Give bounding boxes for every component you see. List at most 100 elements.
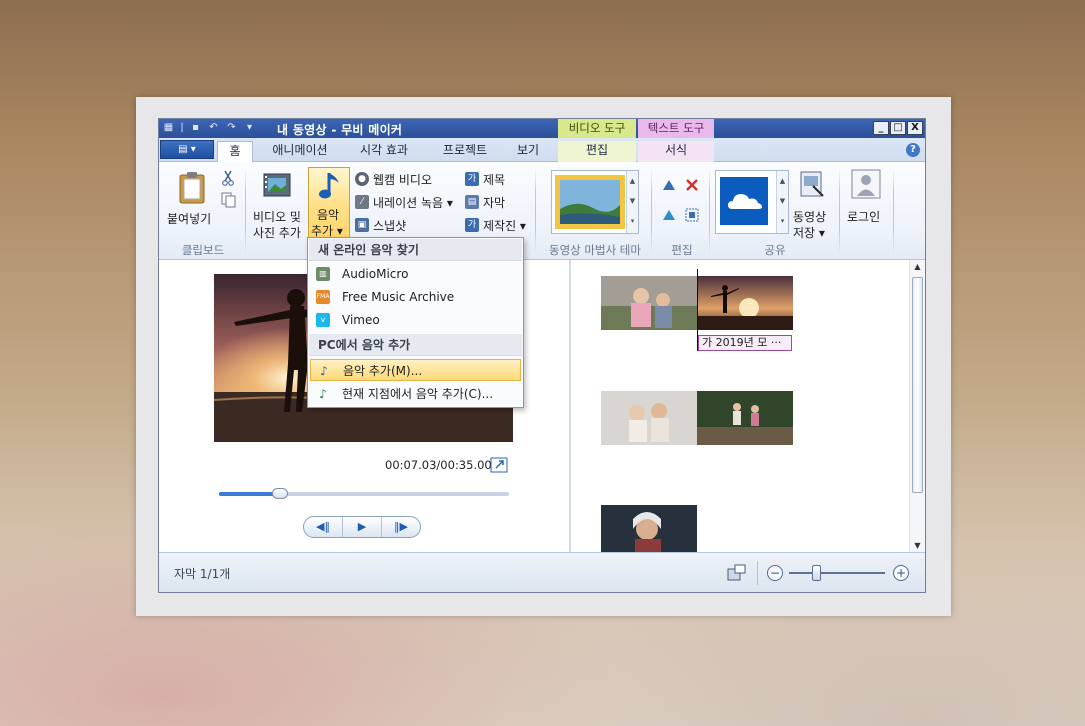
tab-animations[interactable]: 애니메이션 <box>259 141 341 162</box>
window-title: 내 동영상 - 무비 메이커 <box>277 123 403 137</box>
seek-bar-thumb[interactable] <box>271 488 288 499</box>
audiomicro-icon: ▥ <box>316 267 330 281</box>
share-gallery[interactable]: ▲ ▼ ▾ <box>715 170 789 234</box>
select-all-icon[interactable] <box>685 208 699 222</box>
fullscreen-icon[interactable] <box>490 457 508 473</box>
status-text: 자막 1/1개 <box>174 567 231 581</box>
caption-overlay-chip[interactable]: 가 2019년 모 ··· <box>698 335 792 351</box>
ribbon-home: 붙여넣기 클립보드 비디오 및 사진 추가 음악 추가 ▾ ● 웹캠 비디오 ⁄… <box>159 162 925 260</box>
zoom-in-button[interactable]: + <box>893 565 909 581</box>
storyboard-clip-selected[interactable] <box>697 276 793 330</box>
undo-icon[interactable]: ↶ <box>206 121 221 135</box>
customize-qat-icon[interactable]: ▾ <box>242 121 257 135</box>
music-note-icon: ♪ <box>320 364 328 378</box>
timecode-display: 00:07.03/00:35.00 <box>385 458 492 472</box>
onedrive-icon[interactable] <box>720 177 768 225</box>
scroll-down-icon[interactable]: ▼ <box>910 541 925 550</box>
help-icon[interactable]: ? <box>906 143 920 157</box>
menu-item-add-music[interactable]: ♪ 음악 추가(M)... <box>310 359 521 381</box>
paste-button[interactable]: 붙여넣기 <box>165 168 215 238</box>
remove-icon[interactable] <box>685 178 699 192</box>
movie-maker-window: ▦ | ▪ ↶ ↷ ▾ 내 동영상 - 무비 메이커 비디오 도구 텍스트 도구… <box>158 118 926 593</box>
paste-label: 붙여넣기 <box>167 212 212 226</box>
tab-visual-effects[interactable]: 시각 효과 <box>343 141 425 162</box>
status-separator <box>757 561 758 585</box>
title-button[interactable]: 가 제목 <box>465 169 505 189</box>
storyboard-clip[interactable] <box>601 391 697 445</box>
minimize-button[interactable]: _ <box>873 121 889 135</box>
close-button[interactable]: X <box>907 121 923 135</box>
previous-frame-button[interactable]: ◀‖ <box>304 517 343 537</box>
storyboard-clip[interactable] <box>601 505 697 552</box>
add-videos-label-2: 사진 추가 <box>253 226 301 240</box>
clip-thumbnail <box>601 391 697 445</box>
menu-section-online-music: 새 온라인 음악 찾기 <box>309 239 522 261</box>
caption-label: 자막 <box>483 195 506 210</box>
edit-group-label: 편집 <box>671 243 693 257</box>
play-button[interactable]: ▶ <box>343 517 382 537</box>
maximize-button[interactable]: □ <box>890 121 906 135</box>
add-videos-photos-button[interactable]: 비디오 및 사진 추가 <box>251 168 305 240</box>
storyboard-scrollbar[interactable]: ▲ ▼ <box>909 260 925 552</box>
rotate-left-icon[interactable] <box>661 178 677 192</box>
tab-view[interactable]: 보기 <box>507 141 549 162</box>
zoom-slider-thumb[interactable] <box>811 565 821 581</box>
status-bar: 자막 1/1개 − + <box>159 552 925 592</box>
tab-home[interactable]: 홈 <box>217 141 253 162</box>
seek-bar[interactable] <box>219 488 509 499</box>
next-frame-button[interactable]: ‖▶ <box>382 517 420 537</box>
tab-format[interactable]: 서식 <box>638 141 714 162</box>
caption-button[interactable]: ▤ 자막 <box>465 192 505 212</box>
redo-icon[interactable]: ↷ <box>224 121 239 135</box>
clip-thumbnail <box>697 391 793 445</box>
storyboard-clip[interactable] <box>601 276 697 330</box>
menu-item-label: Free Music Archive <box>342 290 455 304</box>
file-menu-button[interactable]: ▤ ▾ <box>160 140 214 159</box>
storyboard-clip[interactable] <box>697 391 793 445</box>
add-music-label-1: 음악 <box>317 208 340 222</box>
sign-in-label: 로그인 <box>847 210 881 224</box>
music-note-add-icon: ♪ <box>319 387 327 401</box>
scroll-up-icon[interactable]: ▲ <box>910 262 925 271</box>
tab-edit[interactable]: 편집 <box>558 141 636 162</box>
menu-item-add-music-at-current-point[interactable]: ♪ 현재 지점에서 음악 추가(C)... <box>310 383 521 405</box>
add-music-dropdown: 새 온라인 음악 찾기 ▥ AudioMicro FMA Free Music … <box>307 237 524 408</box>
scrollbar-thumb[interactable] <box>912 277 923 493</box>
snapshot-icon: ▣ <box>355 218 369 232</box>
tab-project[interactable]: 프로젝트 <box>431 141 499 162</box>
menu-item-free-music-archive[interactable]: FMA Free Music Archive <box>310 286 521 308</box>
menu-item-vimeo[interactable]: v Vimeo <box>310 309 521 331</box>
music-note-icon <box>319 173 339 199</box>
clip-thumbnail <box>601 276 697 330</box>
save-icon[interactable]: ▪ <box>188 121 203 135</box>
webcam-video-button[interactable]: ● 웹캠 비디오 <box>355 169 432 189</box>
microphone-icon: ⁄ <box>355 195 369 209</box>
quick-access-toolbar: ▦ | ▪ ↶ ↷ ▾ <box>161 121 257 135</box>
copy-icon[interactable] <box>221 192 237 208</box>
zoom-out-button[interactable]: − <box>767 565 783 581</box>
sign-in-button[interactable]: 로그인 <box>845 168 889 228</box>
add-music-button[interactable]: 음악 추가 ▾ <box>308 167 350 241</box>
cut-icon[interactable] <box>221 170 235 186</box>
gallery-scroll[interactable]: ▲ ▼ ▾ <box>626 171 638 233</box>
fma-icon: FMA <box>316 290 330 304</box>
title-label: 제목 <box>483 172 506 187</box>
share-gallery-scroll[interactable]: ▲ ▼ ▾ <box>776 171 788 233</box>
credits-button[interactable]: 가 제작진 ▾ <box>465 215 526 235</box>
seek-bar-fill <box>219 492 280 496</box>
menu-item-audiomicro[interactable]: ▥ AudioMicro <box>310 263 521 285</box>
context-tab-text-tools: 텍스트 도구 <box>638 119 714 138</box>
record-narration-button[interactable]: ⁄ 내레이션 녹음 ▾ <box>355 192 453 212</box>
thumbnail-size-icon[interactable] <box>727 564 747 582</box>
snapshot-button[interactable]: ▣ 스냅샷 <box>355 215 406 235</box>
webcam-video-label: 웹캠 비디오 <box>373 172 433 187</box>
save-movie-button[interactable]: 동영상 저장 ▾ <box>791 168 833 240</box>
film-app-icon: ▦ <box>163 122 174 133</box>
autotheme-gallery[interactable]: ▲ ▼ ▾ <box>551 170 639 234</box>
webcam-icon: ● <box>355 172 369 186</box>
zoom-control: − + <box>767 565 911 581</box>
rotate-right-icon[interactable] <box>661 208 677 222</box>
theme-thumbnail[interactable] <box>555 175 625 229</box>
snapshot-label: 스냅샷 <box>373 218 407 233</box>
zoom-slider-track[interactable] <box>789 572 885 574</box>
